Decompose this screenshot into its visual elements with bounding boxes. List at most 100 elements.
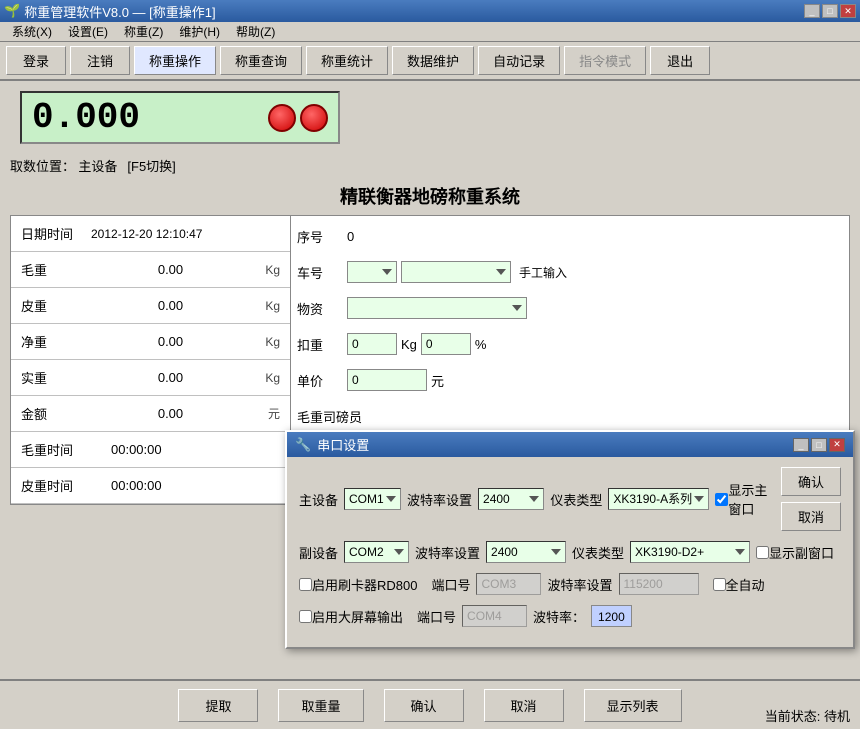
- btn-logout[interactable]: 注销: [70, 46, 130, 75]
- dialog-close-btn[interactable]: ✕: [829, 438, 845, 452]
- value-tare: 0.00: [91, 298, 250, 313]
- label-seq: 序号: [297, 227, 347, 246]
- weight-display: 0.000: [20, 91, 340, 144]
- big-screen-port-select[interactable]: COM4COM1COM2COM3: [462, 605, 527, 627]
- app-icon: 🌱: [4, 3, 20, 19]
- menu-maintain[interactable]: 维护(H): [171, 21, 228, 42]
- unit-price-input[interactable]: [347, 369, 427, 391]
- data-source-shortcut[interactable]: [F5切换]: [127, 159, 175, 174]
- dialog-title-buttons: _ □ ✕: [793, 438, 845, 452]
- deduction-unit-2: %: [475, 337, 487, 352]
- material-select[interactable]: [347, 297, 527, 319]
- label-tare-time: 皮重时间: [21, 476, 91, 495]
- card-port-select[interactable]: COM3COM1COM2COM4: [476, 573, 541, 595]
- minimize-btn[interactable]: _: [804, 4, 820, 18]
- master-device-label: 主设备: [299, 490, 338, 509]
- btn-confirm[interactable]: 确认: [384, 689, 464, 722]
- auto-checkbox-label: 全自动: [713, 575, 765, 594]
- btn-auto-record[interactable]: 自动记录: [478, 46, 560, 75]
- btn-get-weight[interactable]: 取重量: [278, 689, 363, 722]
- label-tare: 皮重: [21, 296, 91, 315]
- btn-weigh-stat[interactable]: 称重统计: [306, 46, 388, 75]
- card-reader-label: 启用刷卡器RD800: [312, 575, 417, 594]
- field-tare: 皮重 0.00 Kg: [11, 288, 290, 324]
- show-main-label: 显示主窗口: [728, 480, 775, 518]
- row-driver: 毛重司磅员: [297, 402, 843, 430]
- field-actual: 实重 0.00 Kg: [11, 360, 290, 396]
- dialog-minimize-btn[interactable]: _: [793, 438, 809, 452]
- show-slave-label: 显示副窗口: [769, 543, 834, 562]
- master-type-select[interactable]: XK3190-A系列XK3190-D2+: [608, 488, 709, 510]
- menu-system[interactable]: 系统(X): [4, 21, 60, 42]
- maximize-btn[interactable]: □: [822, 4, 838, 18]
- window-title: 称重管理软件V8.0 — [称重操作1]: [24, 2, 804, 21]
- label-amount: 金额: [21, 404, 91, 423]
- show-slave-checkbox[interactable]: [756, 546, 769, 559]
- btn-show-list[interactable]: 显示列表: [584, 689, 682, 722]
- slave-type-select[interactable]: XK3190-D2+XK3190-A系列: [630, 541, 750, 563]
- master-port-select[interactable]: COM1COM2COM3COM4: [344, 488, 401, 510]
- car-select-2[interactable]: [401, 261, 511, 283]
- status-bar: 当前状态: 待机: [765, 706, 850, 725]
- label-gross: 毛重: [21, 260, 91, 279]
- value-seq: 0: [347, 229, 354, 244]
- menu-settings[interactable]: 设置(E): [60, 21, 116, 42]
- btn-login[interactable]: 登录: [6, 46, 66, 75]
- card-reader-checkbox[interactable]: [299, 578, 312, 591]
- unit-amount: 元: [250, 405, 280, 422]
- btn-data-maintain[interactable]: 数据维护: [392, 46, 474, 75]
- row-material: 物资: [297, 294, 843, 322]
- dialog-icon: 🔧: [295, 437, 311, 453]
- btn-cmd-mode[interactable]: 指令模式: [564, 46, 646, 75]
- btn-weigh-op[interactable]: 称重操作: [134, 46, 216, 75]
- slave-baud-label: 波特率设置: [415, 543, 480, 562]
- big-screen-row: 启用大屏幕输出 端口号 COM4COM1COM2COM3 波特率： 1200: [299, 605, 841, 627]
- card-reader-row: 启用刷卡器RD800 端口号 COM3COM1COM2COM4 波特率设置 11…: [299, 573, 841, 595]
- deduction-input-1[interactable]: [347, 333, 397, 355]
- status-text: 当前状态: 待机: [765, 709, 850, 724]
- value-net: 0.00: [91, 334, 250, 349]
- system-title: 精联衡器地磅称重系统: [10, 177, 850, 215]
- slave-port-select[interactable]: COM2COM1COM3COM4: [344, 541, 409, 563]
- toolbar: 登录 注销 称重操作 称重查询 称重统计 数据维护 自动记录 指令模式 退出: [0, 42, 860, 81]
- menu-weigh[interactable]: 称重(Z): [116, 21, 171, 42]
- traffic-lights: [268, 104, 328, 132]
- slave-baud-select[interactable]: 240048009600: [486, 541, 566, 563]
- big-screen-port-label: 端口号: [417, 607, 456, 626]
- big-screen-checkbox[interactable]: [299, 610, 312, 623]
- auto-checkbox[interactable]: [713, 578, 726, 591]
- unit-net: Kg: [250, 335, 280, 349]
- row-car: 车号 手工输入: [297, 258, 843, 286]
- btn-cancel[interactable]: 取消: [484, 689, 564, 722]
- field-gross: 毛重 0.00 Kg: [11, 252, 290, 288]
- label-actual: 实重: [21, 368, 91, 387]
- dialog-confirm-btn[interactable]: 确认: [781, 467, 841, 496]
- show-main-checkbox[interactable]: [715, 493, 728, 506]
- btn-weigh-query[interactable]: 称重查询: [220, 46, 302, 75]
- value-tare-time: 00:00:00: [91, 478, 280, 493]
- close-btn[interactable]: ✕: [840, 4, 856, 18]
- deduction-input-2[interactable]: [421, 333, 471, 355]
- row-deduction: 扣重 Kg %: [297, 330, 843, 358]
- big-screen-checkbox-label: 启用大屏幕输出: [299, 607, 403, 626]
- card-baud-select[interactable]: 115200960019200: [619, 573, 699, 595]
- car-select-1[interactable]: [347, 261, 397, 283]
- label-driver: 毛重司磅员: [297, 407, 362, 426]
- btn-exit[interactable]: 退出: [650, 46, 710, 75]
- bottom-bar: 提取 取重量 确认 取消 显示列表: [0, 679, 860, 729]
- row-unit-price: 单价 元: [297, 366, 843, 394]
- menu-bar: 系统(X) 设置(E) 称重(Z) 维护(H) 帮助(Z): [0, 22, 860, 42]
- dialog-action-buttons: 确认 取消: [781, 467, 841, 531]
- light-red-1: [268, 104, 296, 132]
- btn-fetch[interactable]: 提取: [178, 689, 258, 722]
- dialog-cancel-btn[interactable]: 取消: [781, 502, 841, 531]
- unit-tare: Kg: [250, 299, 280, 313]
- master-baud-select[interactable]: 240048009600: [478, 488, 544, 510]
- window-controls: _ □ ✕: [804, 4, 856, 18]
- value-actual: 0.00: [91, 370, 250, 385]
- row-seq: 序号 0: [297, 222, 843, 250]
- menu-help[interactable]: 帮助(Z): [228, 21, 283, 42]
- master-type-label: 仪表类型: [550, 490, 602, 509]
- big-screen-label: 启用大屏幕输出: [312, 607, 403, 626]
- dialog-maximize-btn[interactable]: □: [811, 438, 827, 452]
